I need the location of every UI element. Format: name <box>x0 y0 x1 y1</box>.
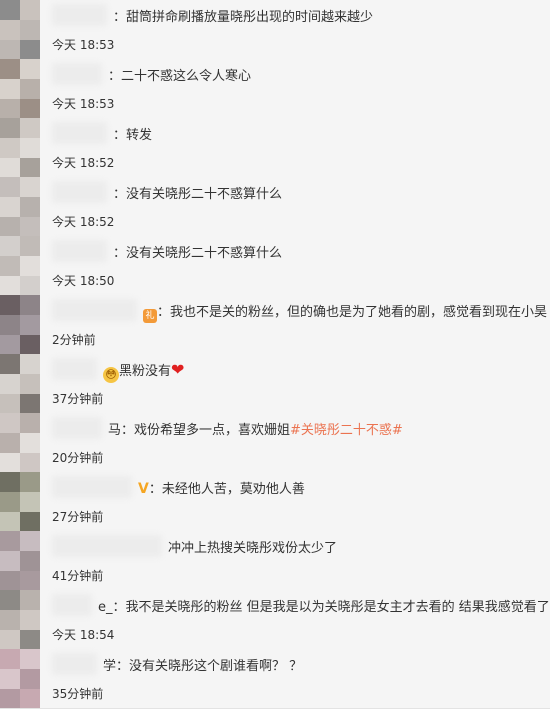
comment-time: 37分钟前 <box>52 392 104 406</box>
name-suffix: ： <box>148 482 162 497</box>
comment-row[interactable]: ：转发 今天 18:52 <box>0 118 550 178</box>
avatar[interactable] <box>0 177 40 236</box>
avatar[interactable] <box>0 295 40 354</box>
comment-row[interactable]: 冲冲上热搜关晓彤戏份太少了 41分钟前 <box>0 531 550 591</box>
comment-time: 今天 18:52 <box>52 215 115 229</box>
comment-body: 没有关晓彤这个剧谁看啊？ ？ <box>129 659 303 674</box>
username-blurred[interactable] <box>52 240 107 262</box>
comment-time: 2分钟前 <box>52 333 96 347</box>
avatar[interactable] <box>0 472 40 531</box>
avatar[interactable] <box>0 0 40 59</box>
comment-time: 今天 18:53 <box>52 38 115 52</box>
username-blurred[interactable] <box>52 4 107 26</box>
name-suffix: 马： <box>108 423 135 438</box>
avatar[interactable] <box>0 236 40 295</box>
comment-row[interactable]: ：甜筒拼命刷播放量晓彤出现的时间越来越少 今天 18:53 <box>0 0 550 60</box>
comment-row[interactable]: 😳 黑粉没有❤ 37分钟前 <box>0 354 550 414</box>
avatar[interactable] <box>0 649 40 708</box>
comment-time: 27分钟前 <box>52 510 104 524</box>
comment-row[interactable]: 礼：我也不是关的粉丝，但的确也是为了她看的剧，感觉看到现在小昊 2分钟前 <box>0 295 550 355</box>
comment-text: ：没有关晓彤二十不惑算什么 <box>113 242 282 261</box>
name-suffix: 学： <box>103 659 130 674</box>
comment-row[interactable]: ：没有关晓彤二十不惑算什么 今天 18:52 <box>0 177 550 237</box>
avatar[interactable] <box>0 413 40 472</box>
verified-v-icon: V <box>138 481 149 497</box>
comment-text: ：二十不惑这么令人寒心 <box>108 65 251 84</box>
avatar[interactable] <box>0 118 40 177</box>
name-suffix: ： <box>108 69 122 84</box>
comment-text: e_：我不是关晓彤的粉丝 但是我是以为关晓彤是女主才去看的 结果我感觉看了 <box>98 596 550 615</box>
name-suffix: ： <box>113 246 127 261</box>
avatar[interactable] <box>0 354 40 413</box>
username-blurred[interactable] <box>52 535 162 557</box>
comment-row[interactable]: e_：我不是关晓彤的粉丝 但是我是以为关晓彤是女主才去看的 结果我感觉看了 今天 … <box>0 590 550 650</box>
comment-time: 41分钟前 <box>52 569 104 583</box>
comment-text: 学：没有关晓彤这个剧谁看啊？ ？ <box>103 655 302 674</box>
name-suffix: ： <box>157 305 171 320</box>
name-suffix: ： <box>113 187 127 202</box>
username-blurred[interactable] <box>52 594 92 616</box>
comment-body: 冲冲上热搜关晓彤戏份太少了 <box>168 541 338 556</box>
comment-row[interactable]: V：未经他人苦，莫劝他人善 27分钟前 <box>0 472 550 532</box>
comment-body: 没有关晓彤二十不惑算什么 <box>126 246 283 261</box>
comment-text: 😳 黑粉没有❤ <box>103 360 184 383</box>
avatar[interactable] <box>0 590 40 649</box>
comment-body: 转发 <box>126 128 153 143</box>
comment-row[interactable]: 学：没有关晓彤这个剧谁看啊？ ？ 35分钟前 <box>0 649 550 709</box>
heart-icon: ❤ <box>171 360 185 379</box>
comment-text: V：未经他人苦，莫劝他人善 <box>138 478 305 497</box>
comment-text: 马：戏份希望多一点，喜欢姗姐#关晓彤二十不惑# <box>108 419 403 438</box>
username-blurred[interactable] <box>52 122 107 144</box>
username-blurred[interactable] <box>52 653 97 675</box>
comment-text: ：转发 <box>113 124 152 143</box>
username-blurred[interactable] <box>52 63 102 85</box>
username-blurred[interactable] <box>52 299 137 321</box>
comment-body: 二十不惑这么令人寒心 <box>121 69 252 84</box>
comment-row[interactable]: ：二十不惑这么令人寒心 今天 18:53 <box>0 59 550 119</box>
name-suffix: ： <box>113 10 127 25</box>
gift-icon: 礼 <box>143 309 157 323</box>
comment-text: ：甜筒拼命刷播放量晓彤出现的时间越来越少 <box>113 6 373 25</box>
name-suffix: e_： <box>98 600 126 615</box>
comment-text: ：没有关晓彤二十不惑算什么 <box>113 183 282 202</box>
comment-time: 今天 18:50 <box>52 274 115 288</box>
comment-text: 冲冲上热搜关晓彤戏份太少了 <box>168 537 337 556</box>
comment-row[interactable]: 马：戏份希望多一点，喜欢姗姐#关晓彤二十不惑# 20分钟前 <box>0 413 550 473</box>
name-suffix: ： <box>113 128 127 143</box>
comment-body: 我不是关晓彤的粉丝 但是我是以为关晓彤是女主才去看的 结果我感觉看了 <box>125 600 550 615</box>
username-blurred[interactable] <box>52 476 132 498</box>
avatar[interactable] <box>0 531 40 590</box>
comment-time: 今天 18:53 <box>52 97 115 111</box>
flushed-face-icon: 😳 <box>103 367 119 383</box>
comment-time: 今天 18:54 <box>52 628 115 642</box>
comment-time: 今天 18:52 <box>52 156 115 170</box>
username-blurred[interactable] <box>52 358 97 380</box>
comment-body: 未经他人苦，莫劝他人善 <box>161 482 305 497</box>
comment-body: 甜筒拼命刷播放量晓彤出现的时间越来越少 <box>126 10 374 25</box>
avatar[interactable] <box>0 59 40 118</box>
hashtag-link[interactable]: #关晓彤二十不惑# <box>290 423 403 438</box>
comment-body: 戏份希望多一点，喜欢姗姐 <box>134 423 291 438</box>
comment-row[interactable]: ：没有关晓彤二十不惑算什么 今天 18:50 <box>0 236 550 296</box>
comment-body: 没有关晓彤二十不惑算什么 <box>126 187 283 202</box>
comment-time: 35分钟前 <box>52 687 104 701</box>
comment-list: ：甜筒拼命刷播放量晓彤出现的时间越来越少 今天 18:53 ：二十不惑这么令人寒心今… <box>0 0 550 709</box>
comment-text: 礼：我也不是关的粉丝，但的确也是为了她看的剧，感觉看到现在小昊 <box>143 301 547 323</box>
username-blurred[interactable] <box>52 417 102 439</box>
comment-body: 我也不是关的粉丝，但的确也是为了她看的剧，感觉看到现在小昊 <box>170 305 548 320</box>
username-blurred[interactable] <box>52 181 107 203</box>
comment-time: 20分钟前 <box>52 451 104 465</box>
comment-body: 黑粉没有 <box>119 364 172 379</box>
